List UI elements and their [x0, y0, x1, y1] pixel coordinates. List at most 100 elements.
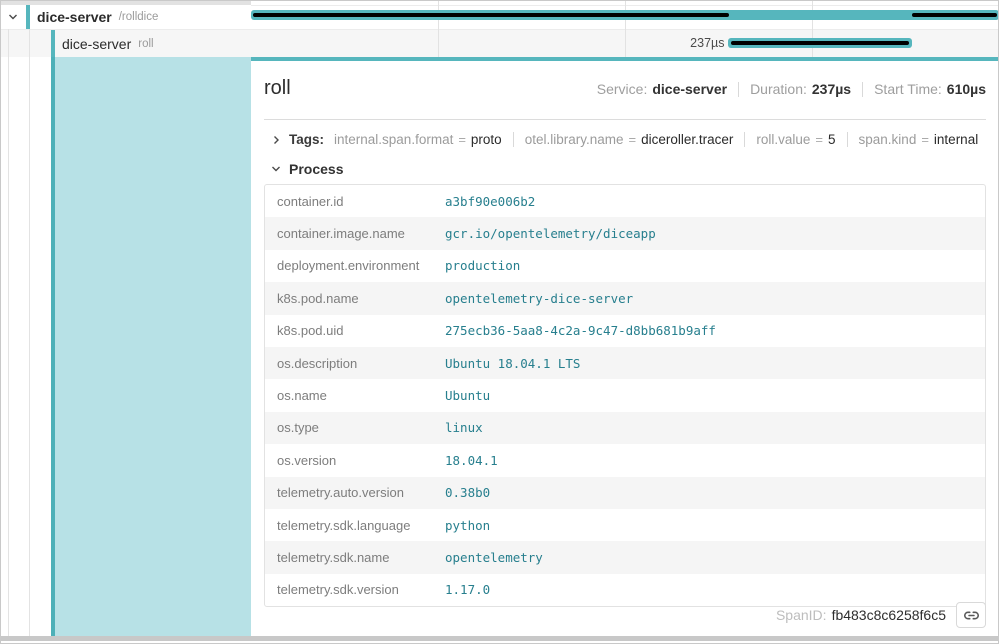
- kv-value: 275ecb36-5aa8-4c2a-9c47-d8bb681b9aff: [445, 323, 716, 338]
- table-row: telemetry.auto.version 0.38b0: [265, 477, 985, 509]
- table-row: container.image.name gcr.io/opentelemetr…: [265, 217, 985, 249]
- chevron-down-icon: [270, 163, 282, 175]
- kv-key: container.id: [265, 194, 445, 209]
- kv-key: k8s.pod.uid: [265, 323, 445, 338]
- parent-span-bar-core: [253, 13, 729, 17]
- window-bottom-edge: [1, 636, 998, 641]
- tag-item: otel.library.name = diceroller.tracer: [525, 132, 734, 147]
- tree-indent-guide: [8, 29, 9, 636]
- span-detail-footer: SpanID: fb483c8c6258f6c5: [776, 602, 986, 628]
- kv-key: container.image.name: [265, 226, 445, 241]
- parent-span-bar-core: [912, 13, 997, 17]
- kv-value: opentelemetry-dice-server: [445, 291, 633, 306]
- kv-key: deployment.environment: [265, 258, 445, 273]
- tag-key: otel.library.name: [525, 132, 624, 147]
- service-value: dice-server: [652, 81, 727, 97]
- process-accordion[interactable]: Process: [264, 156, 986, 182]
- tags-accordion[interactable]: Tags: internal.span.format = proto otel.…: [264, 123, 986, 156]
- tag-separator: [744, 132, 745, 147]
- kv-key: telemetry.auto.version: [265, 485, 445, 500]
- header-divider: [264, 119, 986, 120]
- kv-value: 0.38b0: [445, 485, 490, 500]
- span-tree-row-rolldice[interactable]: dice-server /rolldice: [1, 5, 251, 29]
- kv-value: a3bf90e006b2: [445, 194, 535, 209]
- span-operation-name: /rolldice: [119, 11, 159, 23]
- kv-value: 1.17.0: [445, 582, 490, 597]
- copy-deep-link-button[interactable]: [956, 602, 986, 628]
- duration-value: 237µs: [812, 81, 851, 97]
- span-tree-row-roll[interactable]: dice-server roll: [1, 30, 251, 57]
- duration-label: Duration:: [750, 81, 807, 97]
- table-row: container.id a3bf90e006b2: [265, 185, 985, 217]
- kv-value: Ubuntu: [445, 388, 490, 403]
- table-row: k8s.pod.name opentelemetry-dice-server: [265, 282, 985, 314]
- meta-separator: [738, 82, 739, 97]
- start-time-label: Start Time:: [874, 81, 942, 97]
- tag-key: roll.value: [756, 132, 810, 147]
- tag-separator: [513, 132, 514, 147]
- kv-value: 18.04.1: [445, 453, 498, 468]
- kv-value: opentelemetry: [445, 550, 543, 565]
- start-time-value: 610µs: [947, 81, 986, 97]
- service-color-bar: [51, 30, 55, 57]
- tag-equals: =: [629, 132, 637, 147]
- parent-span-bar[interactable]: [251, 10, 999, 20]
- span-service-name: dice-server: [37, 9, 112, 25]
- table-row: telemetry.sdk.language python: [265, 509, 985, 541]
- span-operation-name: roll: [138, 38, 153, 50]
- kv-key: os.type: [265, 420, 445, 435]
- tag-item: span.kind = internal: [859, 132, 979, 147]
- table-row: deployment.environment production: [265, 250, 985, 282]
- table-row: k8s.pod.uid 275ecb36-5aa8-4c2a-9c47-d8bb…: [265, 315, 985, 347]
- kv-value: Ubuntu 18.04.1 LTS: [445, 356, 580, 371]
- tag-item: internal.span.format = proto: [334, 132, 502, 147]
- selected-span-bar[interactable]: [728, 38, 912, 48]
- kv-key: telemetry.sdk.name: [265, 550, 445, 565]
- kv-key: os.version: [265, 453, 445, 468]
- tag-equals: =: [458, 132, 466, 147]
- kv-key: k8s.pod.name: [265, 291, 445, 306]
- trace-timeline: 237µs: [251, 1, 999, 57]
- table-row: telemetry.sdk.name opentelemetry: [265, 541, 985, 573]
- kv-key: os.description: [265, 356, 445, 371]
- process-key-value-table: container.id a3bf90e006b2 container.imag…: [264, 184, 986, 607]
- table-row: os.description Ubuntu 18.04.1 LTS: [265, 347, 985, 379]
- chevron-down-icon[interactable]: [7, 11, 19, 23]
- span-duration-label: 237µs: [690, 36, 724, 50]
- tag-equals: =: [815, 132, 823, 147]
- process-label: Process: [289, 161, 343, 177]
- kv-key: os.name: [265, 388, 445, 403]
- jaeger-trace-detail-window: dice-server /rolldice dice-server roll 2…: [0, 0, 999, 644]
- selected-subtree-fill: [55, 57, 251, 638]
- span-meta: Service: dice-server Duration: 237µs Sta…: [597, 81, 986, 97]
- meta-separator: [862, 82, 863, 97]
- table-row: os.version 18.04.1: [265, 444, 985, 476]
- selected-span-bar-core: [731, 41, 909, 45]
- table-row: os.name Ubuntu: [265, 379, 985, 411]
- tag-key: internal.span.format: [334, 132, 453, 147]
- service-label: Service:: [597, 81, 648, 97]
- kv-value: production: [445, 258, 520, 273]
- kv-value: linux: [445, 420, 483, 435]
- kv-value: gcr.io/opentelemetry/diceapp: [445, 226, 656, 241]
- tag-equals: =: [921, 132, 929, 147]
- service-color-bar: [26, 5, 30, 29]
- kv-key: telemetry.sdk.version: [265, 582, 445, 597]
- chevron-right-icon: [270, 134, 282, 146]
- tag-key: span.kind: [859, 132, 917, 147]
- kv-value: python: [445, 518, 490, 533]
- table-row: os.type linux: [265, 412, 985, 444]
- span-id-value: fb483c8c6258f6c5: [832, 607, 946, 623]
- span-detail-panel: roll Service: dice-server Duration: 237µ…: [251, 57, 999, 638]
- tag-separator: [847, 132, 848, 147]
- kv-key: telemetry.sdk.language: [265, 518, 445, 533]
- tree-indent-guide: [29, 29, 30, 636]
- tag-item: roll.value = 5: [756, 132, 835, 147]
- tags-label: Tags:: [289, 132, 324, 147]
- tag-value: 5: [828, 132, 836, 147]
- tag-value: internal: [934, 132, 978, 147]
- link-icon: [963, 607, 980, 624]
- span-detail-header: roll Service: dice-server Duration: 237µ…: [264, 61, 986, 113]
- tag-value: diceroller.tracer: [641, 132, 733, 147]
- tag-value: proto: [471, 132, 502, 147]
